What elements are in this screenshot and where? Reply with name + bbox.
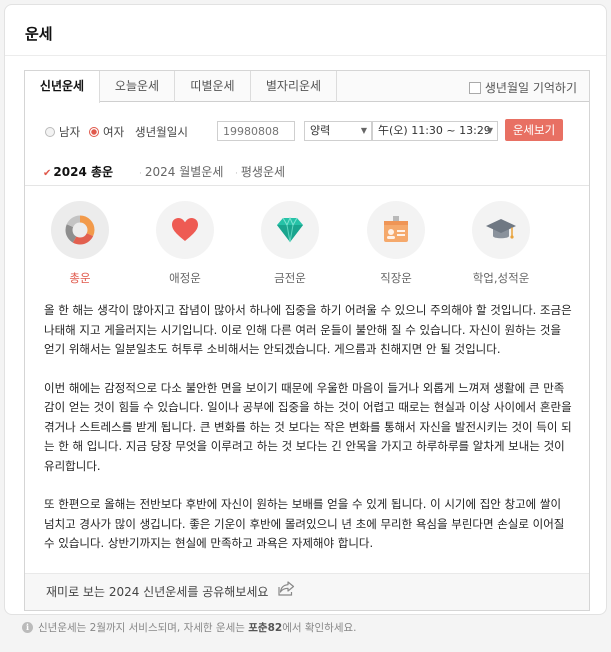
- fortune-paragraph: 이번 해에는 감정적으로 다소 불안한 면을 보이기 때문에 우울한 마음이 들…: [44, 380, 572, 473]
- share-icon[interactable]: [278, 574, 295, 611]
- fortune-text: 올 한 해는 생각이 많아지고 잡념이 많아서 하나에 집중을 하기 어려울 수…: [44, 301, 572, 573]
- subtab-2024-overall[interactable]: ✔ 2024 총운: [43, 163, 113, 180]
- remember-label: 생년월일 기억하기: [484, 81, 577, 95]
- category-label: 애정운: [169, 271, 201, 285]
- calendar-value: 양력: [310, 124, 331, 137]
- subtab-bar: ✔ 2024 총운 · 2024 월별운세 · 평생운세: [43, 163, 583, 181]
- category-overall[interactable]: 총운: [40, 201, 120, 286]
- subtab-label: 평생운세: [240, 165, 286, 179]
- donut-chart-icon: [65, 215, 95, 245]
- icon-circle: [156, 201, 214, 259]
- view-fortune-button[interactable]: 운세보기: [505, 119, 563, 141]
- birth-label: 생년월일시: [135, 125, 188, 139]
- icon-circle: [261, 201, 319, 259]
- divider: [25, 185, 589, 186]
- chevron-down-icon: ▼: [360, 126, 367, 135]
- fortune-panel: 신년운세 오늘운세 띠별운세 별자리운세 생년월일 기억하기 남자 여자 생년월…: [24, 70, 590, 611]
- icon-circle: [367, 201, 425, 259]
- fortune-card: 운세 신년운세 오늘운세 띠별운세 별자리운세 생년월일 기억하기 남자 여자 …: [4, 4, 607, 615]
- gem-icon: [277, 216, 303, 243]
- male-label: 남자: [59, 125, 81, 139]
- heart-icon: [172, 218, 198, 241]
- tab-new-year[interactable]: 신년운세: [25, 71, 100, 103]
- category-career[interactable]: 직장운: [356, 201, 436, 286]
- female-label: 여자: [103, 125, 125, 139]
- fortune-paragraph: 올 한 해는 생각이 많아지고 잡념이 많아서 하나에 집중을 하기 어려울 수…: [44, 303, 572, 356]
- subtab-2024-monthly[interactable]: · 2024 월별운세: [139, 163, 223, 180]
- birthdate-input[interactable]: [217, 121, 295, 141]
- remember-birthdate-checkbox[interactable]: 생년월일 기억하기: [468, 79, 577, 96]
- category-label: 금전운: [274, 271, 306, 285]
- icon-circle: [51, 201, 109, 259]
- share-bar: 재미로 보는 2024 신년운세를 공유해보세요: [25, 573, 589, 610]
- category-icons: 총운 애정운 금전운 직장운 학업,성적운: [25, 201, 589, 291]
- graduation-cap-icon: [486, 219, 516, 239]
- subtab-label: 2024 총운: [53, 165, 114, 179]
- bullet-icon: ·: [235, 169, 238, 179]
- info-icon: i: [22, 622, 33, 633]
- calendar-select[interactable]: 양력 ▼: [304, 121, 372, 141]
- female-radio[interactable]: [89, 127, 99, 137]
- footnote-text-before: 신년운세는 2월까지 서비스되며, 자세한 운세는: [38, 622, 249, 634]
- birth-time-value: 午(오) 11:30 ~ 13:29: [378, 124, 491, 137]
- id-badge-icon: [384, 216, 408, 242]
- tab-bar: 신년운세 오늘운세 띠별운세 별자리운세 생년월일 기억하기: [25, 71, 589, 103]
- category-love[interactable]: 애정운: [145, 201, 225, 286]
- tab-star-sign[interactable]: 별자리운세: [251, 71, 337, 102]
- category-study[interactable]: 학업,성적운: [461, 201, 541, 286]
- tab-zodiac-animal[interactable]: 띠별운세: [175, 71, 251, 102]
- footnote-text: 신년운세는 2월까지 서비스되며, 자세한 운세는 포춘82에서 확인하세요.: [38, 620, 356, 635]
- check-icon: ✔: [43, 168, 52, 179]
- category-label: 총운: [69, 271, 91, 285]
- footnote-text-after: 에서 확인하세요.: [282, 622, 357, 634]
- birth-form: 남자 여자 생년월일시 양력 ▼ 午(오) 11:30 ~ 13:29 ▼ 운세…: [43, 119, 583, 143]
- chevron-down-icon: ▼: [486, 126, 493, 135]
- category-label: 학업,성적운: [472, 271, 530, 285]
- male-radio[interactable]: [45, 127, 55, 137]
- icon-circle: [472, 201, 530, 259]
- divider: [5, 55, 606, 56]
- subtab-label: 2024 월별운세: [144, 165, 224, 179]
- birth-time-select[interactable]: 午(오) 11:30 ~ 13:29 ▼: [372, 121, 498, 141]
- checkbox-box[interactable]: [468, 81, 481, 94]
- tab-today[interactable]: 오늘운세: [100, 71, 175, 102]
- share-text: 재미로 보는 2024 신년운세를 공유해보세요: [46, 585, 269, 599]
- category-label: 직장운: [380, 271, 412, 285]
- category-money[interactable]: 금전운: [250, 201, 330, 286]
- brand-link[interactable]: 포춘82: [248, 622, 282, 634]
- bullet-icon: ·: [139, 169, 142, 179]
- fortune-paragraph: 또 한편으로 올해는 전반보다 후반에 자신이 원하는 보배를 얻을 수 있게 …: [44, 497, 565, 550]
- card-title: 운세: [25, 25, 53, 43]
- footnote: i 신년운세는 2월까지 서비스되며, 자세한 운세는 포춘82에서 확인하세요…: [22, 620, 356, 635]
- subtab-lifetime[interactable]: · 평생운세: [235, 163, 285, 180]
